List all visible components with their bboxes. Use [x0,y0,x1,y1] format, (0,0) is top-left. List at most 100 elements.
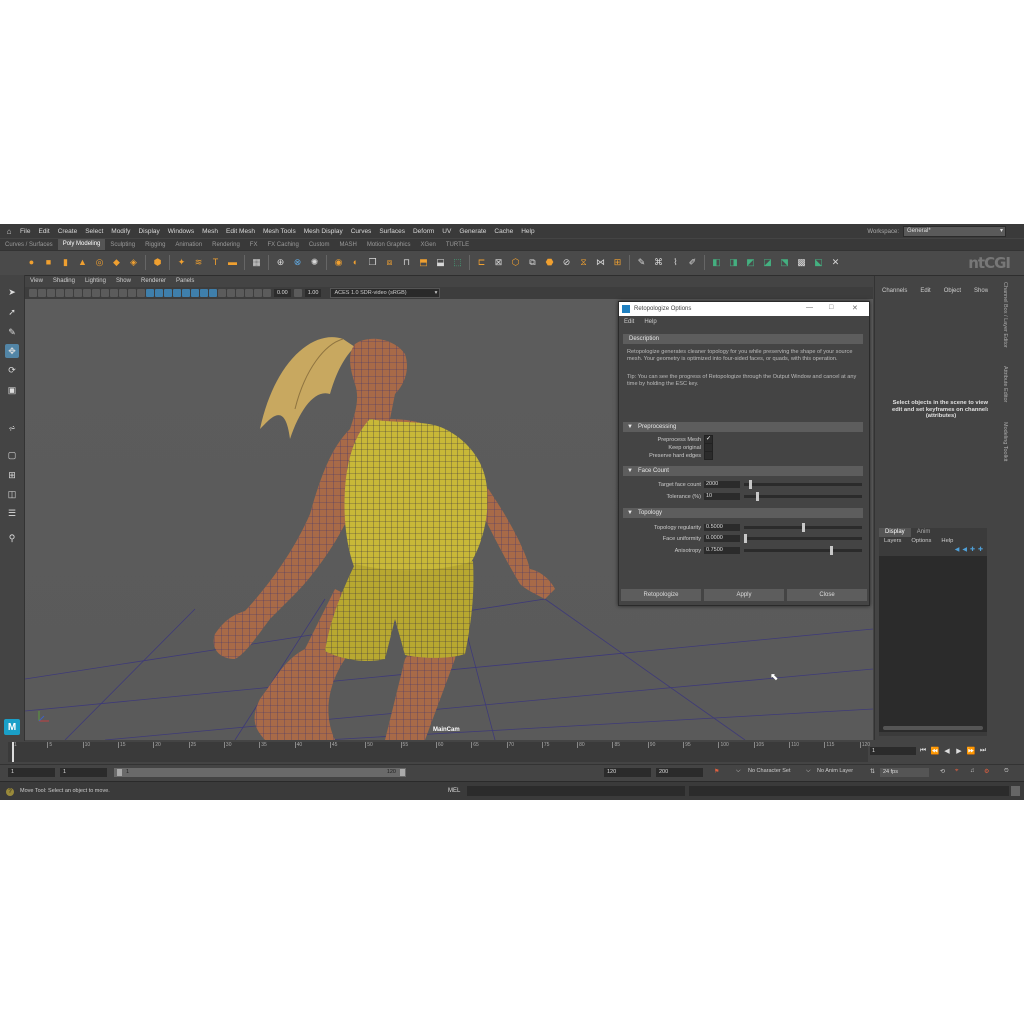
slider-handle[interactable] [801,523,805,532]
insert-edge-loop-icon[interactable]: ⧉ [525,255,540,270]
fps-dropdown[interactable]: 24 fps [880,768,929,777]
play-forward-icon[interactable]: ▶ [954,747,964,755]
shelf-tab-fx-caching[interactable]: FX Caching [262,242,303,248]
shadows-icon[interactable] [173,289,181,297]
current-frame-field[interactable]: 1 [870,747,916,755]
sculpt-brush-icon[interactable]: ✎ [634,255,649,270]
planar-map-icon[interactable]: ⬔ [777,255,792,270]
outliner-icon[interactable]: ☰ [5,506,19,520]
apply-button[interactable]: Apply [704,589,784,601]
extrude-icon[interactable]: ⬒ [416,255,431,270]
multisample-aa-icon[interactable] [200,289,208,297]
xray-joints-icon[interactable] [236,289,244,297]
side-tab-modeling-toolkit[interactable]: Modeling Toolkit [1002,422,1008,461]
face-uniformity-field[interactable]: 0.0000 [704,535,740,542]
quad-draw-icon[interactable]: ⌘ [651,255,666,270]
grid-icon[interactable] [65,289,73,297]
svg-tool-icon[interactable]: ▬ [225,255,240,270]
shelf-tab-turtle[interactable]: TURTLE [441,242,474,248]
menu-windows[interactable]: Windows [164,228,198,235]
audio-icon[interactable]: ♫ [970,768,975,774]
bevel-icon[interactable]: ⬓ [433,255,448,270]
slider-handle[interactable] [830,546,834,555]
edit-icon[interactable]: ✐ [685,255,700,270]
append-icon[interactable]: ⊏ [474,255,489,270]
smooth-shade-icon[interactable] [137,289,145,297]
menu-mesh-tools[interactable]: Mesh Tools [259,228,300,235]
shelf-tab-animation[interactable]: Animation [170,242,207,248]
face-uniformity-slider[interactable] [744,534,862,543]
step-forward-key-icon[interactable]: ⏩ [966,747,976,755]
playback-start-field[interactable]: 1 [60,768,107,777]
film-gate-icon[interactable] [74,289,82,297]
close-button[interactable]: Close [787,589,867,601]
boolean-difference-icon[interactable]: ◐ [348,255,363,270]
topology-section-header[interactable]: ▼ Topology [623,508,863,518]
time-preferences-icon[interactable]: ⏲ [1004,768,1009,775]
offset-edge-loop-icon[interactable]: ⬣ [542,255,557,270]
poly-cone-icon[interactable]: ▲ [75,255,90,270]
menu-deform[interactable]: Deform [409,228,438,235]
use-all-lights-icon[interactable] [164,289,172,297]
color-space-dropdown[interactable]: ACES 1.0 SDR-video (sRGB) [330,288,441,298]
dialog-menu-edit[interactable]: Edit [619,319,639,325]
paint-select-icon[interactable]: ✎ [5,325,19,339]
combine-icon[interactable]: ⊕ [273,255,288,270]
loop-icon[interactable]: ⟲ [940,768,945,775]
uv-editor-icon[interactable]: ▦ [249,255,264,270]
two-view-icon[interactable]: ◫ [5,487,19,501]
character-set-icon[interactable]: ⌵ [736,768,741,775]
sweep-mesh-icon[interactable]: ≋ [191,255,206,270]
move-layer-down-icon[interactable]: ◀ [962,546,967,553]
topology-regularity-slider[interactable] [744,523,862,532]
shelf-tab-xgen[interactable]: XGen [416,242,441,248]
collapse-icon[interactable]: ⧖ [576,255,591,270]
single-view-icon[interactable]: ▢ [5,448,19,462]
poly-plane-icon[interactable]: ◆ [109,255,124,270]
symmetry-icon[interactable]: ✕ [828,255,843,270]
shelf-tab-rigging[interactable]: Rigging [140,242,170,248]
motion-blur-icon[interactable] [191,289,199,297]
menu-uv[interactable]: UV [438,228,455,235]
scale-tool-icon[interactable]: ▣ [5,383,19,397]
home-icon[interactable]: ⌂ [4,226,14,236]
menu-display[interactable]: Display [134,228,163,235]
cut-uv-icon[interactable]: ◩ [743,255,758,270]
menu-file[interactable]: File [16,228,34,235]
anisotropy-slider[interactable] [744,546,862,555]
anim-layer-label[interactable]: No Anim Layer [817,768,853,774]
poly-cylinder-icon[interactable]: ▮ [58,255,73,270]
select-tool-icon[interactable]: ➤ [5,285,19,299]
fill-hole-icon[interactable]: ⊠ [491,255,506,270]
menu-surfaces[interactable]: Surfaces [375,228,409,235]
menu-create[interactable]: Create [54,228,82,235]
camera-attributes-icon[interactable] [38,289,46,297]
layer-list-scrollbar[interactable] [883,726,983,730]
channel-menu-edit[interactable]: Edit [913,288,936,294]
poly-torus-icon[interactable]: ◎ [92,255,107,270]
gate-mask-icon[interactable] [92,289,100,297]
shelf-tab-fx[interactable]: FX [245,242,263,248]
separate-icon[interactable]: ⊗ [290,255,305,270]
menu-mesh[interactable]: Mesh [198,228,222,235]
layout-uv-icon[interactable]: ◨ [726,255,741,270]
go-to-end-icon[interactable]: ⏭ [978,747,988,755]
shelf-tab-custom[interactable]: Custom [304,242,335,248]
circularize-icon[interactable]: ⊘ [559,255,574,270]
dialog-menu-help[interactable]: Help [639,319,661,325]
exposure-field[interactable]: 0.00 [274,289,291,297]
auto-key-icon[interactable]: ⚑ [714,768,719,775]
anim-layer-icon[interactable]: ⌵ [806,768,811,775]
script-editor-button[interactable] [1011,786,1020,796]
sew-uv-icon[interactable]: ◪ [760,255,775,270]
multi-cut-icon[interactable]: ⬡ [508,255,523,270]
field-chart-icon[interactable] [101,289,109,297]
menu-mesh-display[interactable]: Mesh Display [300,228,347,235]
preprocessing-section-header[interactable]: ▼ Preprocessing [623,422,863,432]
topology-regularity-field[interactable]: 0.5000 [704,524,740,531]
bridge-icon[interactable]: ⊓ [399,255,414,270]
key-icon[interactable]: ⌖ [955,768,958,775]
tab-display[interactable]: Display [879,528,911,537]
panel-menu-lighting[interactable]: Lighting [80,278,111,284]
boolean-union-icon[interactable]: ◉ [331,255,346,270]
